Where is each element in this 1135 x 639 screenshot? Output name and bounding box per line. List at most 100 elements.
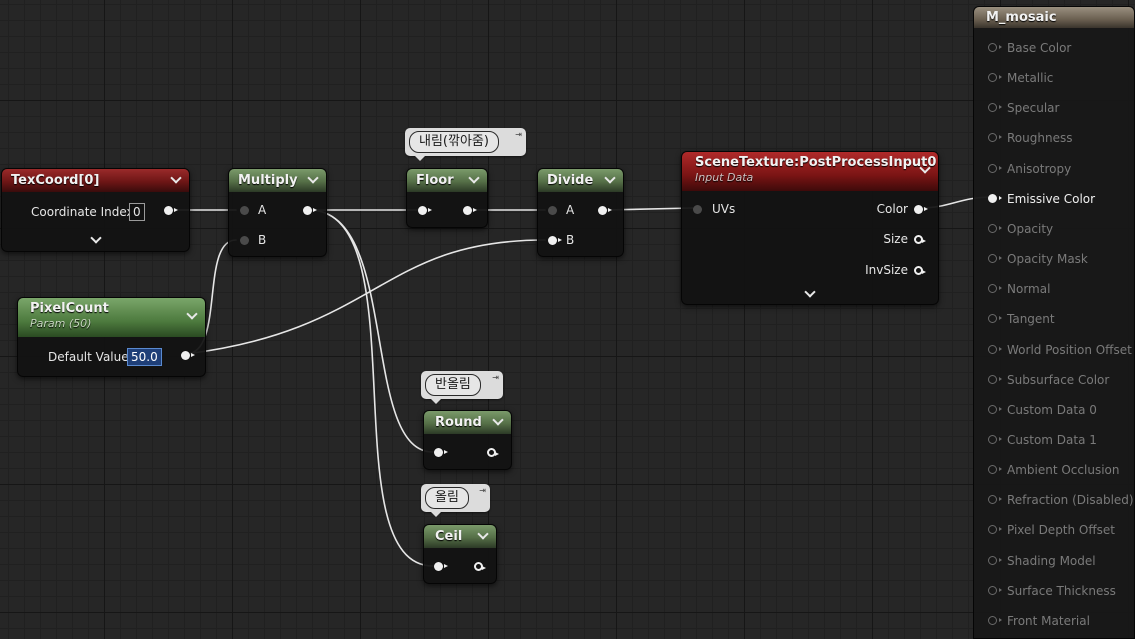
material-input-pin[interactable]	[988, 163, 1002, 173]
chevron-down-icon[interactable]	[476, 529, 490, 543]
material-input-pin[interactable]	[988, 43, 1002, 52]
texcoord-node[interactable]: TexCoord[0] Coordinate Index 0	[1, 168, 190, 252]
ceil-input-pin[interactable]	[434, 562, 448, 571]
material-input-row[interactable]: Roughness	[974, 131, 1134, 147]
floor-header[interactable]: Floor	[407, 169, 487, 192]
material-input-pin[interactable]	[988, 615, 1002, 625]
material-input-pin[interactable]	[988, 193, 1002, 203]
ceil-node[interactable]: Ceil	[423, 524, 497, 584]
round-output-pin[interactable]	[487, 448, 499, 457]
material-input-row[interactable]: Anisotropy	[974, 162, 1134, 178]
uvs-input-pin[interactable]	[693, 205, 702, 214]
material-input-pin[interactable]	[988, 73, 1002, 83]
material-input-pin[interactable]	[988, 465, 1002, 475]
pin-comment-icon[interactable]: ⇥	[479, 487, 486, 495]
color-output-pin[interactable]	[914, 205, 928, 214]
default-value-input[interactable]: 50.0	[127, 348, 162, 366]
round-input-pin[interactable]	[434, 448, 448, 457]
floor-input-pin[interactable]	[418, 206, 432, 215]
material-input-pin[interactable]	[988, 495, 1002, 505]
chevron-down-icon[interactable]	[603, 173, 617, 187]
round-header[interactable]: Round	[424, 411, 511, 434]
material-input-pin[interactable]	[988, 525, 1002, 535]
material-input-row[interactable]: Metallic	[974, 71, 1134, 87]
divide-input-a-pin[interactable]	[548, 206, 557, 215]
divide-output-pin[interactable]	[598, 206, 612, 215]
material-input-pin[interactable]	[988, 254, 1002, 264]
material-input-pin[interactable]	[988, 284, 1002, 294]
round-title: Round	[435, 415, 482, 430]
material-input-row[interactable]: Emissive Color	[974, 192, 1134, 208]
material-input-row[interactable]: Custom Data 1	[974, 433, 1134, 449]
invsize-output-pin[interactable]	[914, 266, 926, 275]
chevron-down-icon[interactable]	[306, 173, 320, 187]
material-input-pin[interactable]	[988, 344, 1002, 354]
material-input-pin[interactable]	[988, 555, 1002, 565]
coordinate-index-input[interactable]: 0	[129, 203, 145, 221]
size-output-label: Size	[883, 232, 908, 246]
chevron-down-icon[interactable]	[467, 173, 481, 187]
chevron-down-icon[interactable]	[185, 309, 199, 323]
material-input-label: Opacity Mask	[1007, 252, 1088, 267]
floor-comment-bubble[interactable]: 내림(깎아줌) ⇥	[405, 128, 526, 161]
material-input-row[interactable]: Tangent	[974, 312, 1134, 328]
round-comment-bubble[interactable]: 반올림 ⇥	[421, 371, 503, 404]
scene-texture-header[interactable]: SceneTexture:PostProcessInput0 Input Dat…	[682, 152, 938, 191]
material-input-pin[interactable]	[988, 223, 1002, 233]
material-input-row[interactable]: Pixel Depth Offset	[974, 523, 1134, 539]
pixelcount-output-pin[interactable]	[181, 351, 195, 360]
material-input-pin[interactable]	[988, 374, 1002, 384]
texcoord-header[interactable]: TexCoord[0]	[2, 169, 189, 192]
material-input-pin[interactable]	[988, 434, 1002, 444]
material-input-row[interactable]: Normal	[974, 282, 1134, 298]
pin-comment-icon[interactable]: ⇥	[515, 131, 522, 139]
chevron-down-icon[interactable]	[491, 415, 505, 429]
material-input-pin[interactable]	[988, 404, 1002, 414]
expand-chevron-icon[interactable]	[89, 233, 103, 247]
material-input-row[interactable]: Custom Data 0	[974, 403, 1134, 419]
material-result-node[interactable]: M_mosaic Base Color Metallic Specular Rough…	[973, 6, 1135, 639]
ceil-comment-bubble[interactable]: 올림 ⇥	[421, 484, 490, 517]
material-input-pin[interactable]	[988, 314, 1002, 324]
multiply-output-pin[interactable]	[303, 206, 317, 215]
material-input-row[interactable]: Base Color	[974, 41, 1134, 57]
material-result-header[interactable]: M_mosaic	[974, 7, 1134, 28]
texcoord-output-pin[interactable]	[164, 206, 178, 215]
floor-node[interactable]: Floor	[406, 168, 488, 228]
material-input-row[interactable]: Surface Thickness	[974, 584, 1134, 600]
material-input-row[interactable]: World Position Offset	[974, 343, 1134, 359]
floor-output-pin[interactable]	[463, 206, 477, 215]
ceil-output-pin[interactable]	[474, 562, 486, 571]
round-node[interactable]: Round	[423, 410, 512, 470]
pixelcount-header[interactable]: PixelCount Param (50)	[18, 298, 205, 337]
material-title: M_mosaic	[986, 10, 1057, 25]
bubble-tail	[431, 399, 441, 404]
material-input-pin[interactable]	[988, 103, 1002, 113]
material-input-row[interactable]: Refraction (Disabled)	[974, 493, 1134, 509]
chevron-down-icon[interactable]	[918, 163, 932, 177]
multiply-node[interactable]: Multiply A B	[228, 168, 327, 257]
expand-chevron-icon[interactable]	[803, 287, 817, 301]
multiply-input-b-pin[interactable]	[240, 236, 249, 245]
divide-input-b-pin[interactable]	[548, 236, 562, 245]
chevron-down-icon[interactable]	[169, 173, 183, 187]
material-input-row[interactable]: Specular	[974, 101, 1134, 117]
material-input-row[interactable]: Opacity Mask	[974, 252, 1134, 268]
multiply-header[interactable]: Multiply	[229, 169, 326, 192]
scene-texture-node[interactable]: SceneTexture:PostProcessInput0 Input Dat…	[681, 151, 939, 305]
material-input-pin[interactable]	[988, 133, 1002, 143]
ceil-header[interactable]: Ceil	[424, 525, 496, 548]
pixelcount-node[interactable]: PixelCount Param (50) Default Value 50.0	[17, 297, 206, 377]
multiply-input-a-pin[interactable]	[240, 206, 249, 215]
material-input-row[interactable]: Subsurface Color	[974, 373, 1134, 389]
material-input-row[interactable]: Opacity	[974, 222, 1134, 238]
material-input-pin[interactable]	[988, 585, 1002, 595]
pin-comment-icon[interactable]: ⇥	[492, 374, 499, 382]
material-input-row[interactable]: Ambient Occlusion	[974, 463, 1134, 479]
material-input-row[interactable]: Shading Model	[974, 554, 1134, 570]
size-output-pin[interactable]	[914, 235, 926, 244]
divide-header[interactable]: Divide	[538, 169, 623, 192]
color-output-label: Color	[876, 202, 908, 216]
material-input-row[interactable]: Front Material	[974, 614, 1134, 630]
divide-node[interactable]: Divide A B	[537, 168, 624, 257]
